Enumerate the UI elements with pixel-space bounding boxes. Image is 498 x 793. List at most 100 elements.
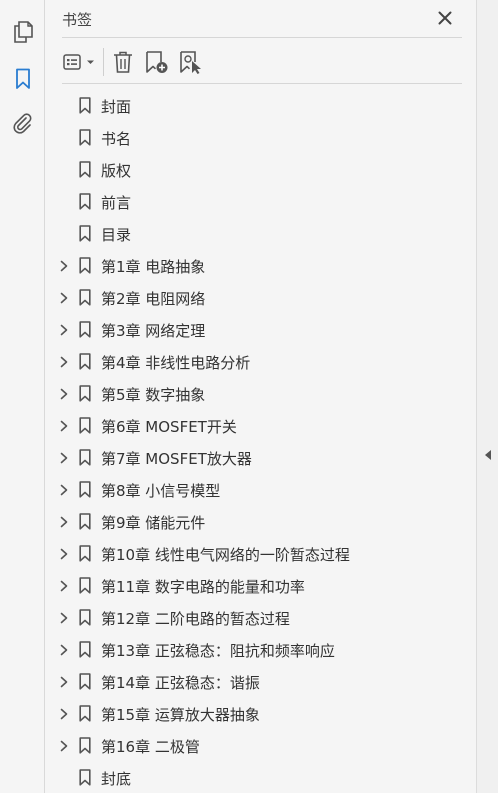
bookmark-label: 第11章 数字电路的能量和功率: [101, 578, 305, 596]
chevron-right-icon[interactable]: [59, 611, 69, 625]
bookmark-row[interactable]: 第10章 线性电气网络的一阶暂态过程: [46, 538, 476, 570]
bookmark-icon: [79, 545, 91, 562]
bookmark-row[interactable]: 第12章 二阶电路的暂态过程: [46, 602, 476, 634]
bookmark-label: 封底: [101, 770, 132, 788]
bookmark-label: 书名: [101, 130, 132, 148]
bookmark-label: 第7章 MOSFET放大器: [101, 450, 252, 468]
bookmark-icon: [79, 769, 91, 786]
bookmark-label: 目录: [101, 226, 132, 244]
bookmark-icon: [79, 289, 91, 306]
chevron-right-icon[interactable]: [59, 675, 69, 689]
bookmark-label: 第14章 正弦稳态：谐振: [101, 674, 260, 692]
bookmark-row[interactable]: 第15章 运算放大器抽象: [46, 698, 476, 730]
bookmarks-toolbar: [62, 40, 462, 84]
bookmark-row[interactable]: 第4章 非线性电路分析: [46, 346, 476, 378]
paperclip-icon[interactable]: [8, 109, 38, 139]
bookmark-row[interactable]: 封底: [46, 762, 476, 793]
bookmark-label: 第4章 非线性电路分析: [101, 354, 251, 372]
bookmark-icon: [79, 481, 91, 498]
chevron-right-icon[interactable]: [59, 323, 69, 337]
trash-icon[interactable]: [110, 49, 136, 75]
bookmark-icon: [79, 513, 91, 530]
bookmark-label: 版权: [101, 162, 132, 180]
bookmark-row[interactable]: 第6章 MOSFET开关: [46, 410, 476, 442]
bookmark-label: 第8章 小信号模型: [101, 482, 221, 500]
chevron-right-icon[interactable]: [59, 643, 69, 657]
chevron-right-icon[interactable]: [59, 579, 69, 593]
bookmark-label: 第5章 数字抽象: [101, 386, 206, 404]
chevron-right-icon[interactable]: [59, 451, 69, 465]
chevron-right-icon[interactable]: [59, 291, 69, 305]
bookmark-icon: [79, 225, 91, 242]
chevron-right-icon[interactable]: [59, 483, 69, 497]
bookmark-icon: [79, 705, 91, 722]
bookmark-icon: [79, 129, 91, 146]
bookmark-row[interactable]: 第16章 二极管: [46, 730, 476, 762]
bookmark-icon: [79, 641, 91, 658]
bookmark-icon: [79, 353, 91, 370]
chevron-right-icon[interactable]: [59, 387, 69, 401]
bookmarks-panel: 书签 封面 书名 版权 前言 目录 第1章 电路抽象 第2章 电阻网络 第3章 …: [46, 0, 476, 793]
bookmark-icon: [79, 193, 91, 210]
bookmark-icon: [79, 385, 91, 402]
bookmark-label: 第1章 电路抽象: [101, 258, 206, 276]
bookmarks-window: 书签 封面 书名 版权 前言 目录 第1章 电路抽象 第2章 电阻网络 第3章 …: [0, 0, 498, 793]
bookmark-icon: [79, 609, 91, 626]
chevron-right-icon[interactable]: [59, 739, 69, 753]
bookmark-label: 第12章 二阶电路的暂态过程: [101, 610, 290, 628]
panel-title: 书签: [62, 11, 93, 29]
bookmark-row[interactable]: 目录: [46, 218, 476, 250]
bookmark-label: 封面: [101, 98, 132, 116]
bookmark-label: 第3章 网络定理: [101, 322, 206, 340]
bookmark-list: 封面书名版权前言目录第1章 电路抽象 第2章 电阻网络 第3章 网络定理第4章 非线…: [46, 90, 476, 793]
bookmark-label: 第10章 线性电气网络的一阶暂态过程: [101, 546, 350, 564]
bookmark-icon[interactable]: [8, 64, 38, 94]
bookmark-icon: [79, 321, 91, 338]
bookmark-row[interactable]: 封面: [46, 90, 476, 122]
bookmark-label: 第6章 MOSFET开关: [101, 418, 237, 436]
close-icon[interactable]: [436, 9, 454, 27]
bookmark-row[interactable]: 前言: [46, 186, 476, 218]
options-menu-button[interactable]: [62, 49, 98, 75]
panel-collapse-edge: [476, 0, 498, 793]
chevron-right-icon[interactable]: [59, 355, 69, 369]
bookmark-row[interactable]: 第11章 数字电路的能量和功率: [46, 570, 476, 602]
bookmark-icon: [79, 257, 91, 274]
bookmark-row[interactable]: 第2章 电阻网络: [46, 282, 476, 314]
bookmark-icon: [79, 673, 91, 690]
bookmark-row[interactable]: 版权: [46, 154, 476, 186]
bookmark-row[interactable]: 第1章 电路抽象: [46, 250, 476, 282]
chevron-right-icon[interactable]: [59, 259, 69, 273]
bookmark-row[interactable]: 第13章 正弦稳态：阻抗和频率响应: [46, 634, 476, 666]
bookmark-label: 第2章 电阻网络: [101, 290, 206, 308]
chevron-right-icon[interactable]: [59, 547, 69, 561]
toolbar-divider: [103, 48, 104, 76]
bookmark-icon: [79, 449, 91, 466]
bookmark-icon: [79, 161, 91, 178]
chevron-right-icon[interactable]: [59, 515, 69, 529]
bookmark-icon: [79, 417, 91, 434]
bookmark-label: 第16章 二极管: [101, 738, 200, 756]
bookmark-icon: [79, 737, 91, 754]
bookmark-row[interactable]: 第3章 网络定理: [46, 314, 476, 346]
bookmark-select-icon[interactable]: [178, 49, 204, 75]
bookmark-add-icon[interactable]: [144, 49, 170, 75]
bookmark-row[interactable]: 第5章 数字抽象: [46, 378, 476, 410]
chevron-right-icon[interactable]: [59, 419, 69, 433]
bookmark-label: 第9章 储能元件: [101, 514, 206, 532]
bookmark-icon: [79, 577, 91, 594]
panel-header: 书签: [62, 0, 462, 38]
bookmark-icon: [79, 97, 91, 114]
bookmark-row[interactable]: 第8章 小信号模型: [46, 474, 476, 506]
bookmark-row[interactable]: 书名: [46, 122, 476, 154]
bookmark-row[interactable]: 第7章 MOSFET放大器: [46, 442, 476, 474]
collapse-arrow-icon[interactable]: [483, 448, 493, 462]
bookmark-label: 第13章 正弦稳态：阻抗和频率响应: [101, 642, 335, 660]
bookmark-row[interactable]: 第14章 正弦稳态：谐振: [46, 666, 476, 698]
chevron-right-icon[interactable]: [59, 707, 69, 721]
bookmark-label: 第15章 运算放大器抽象: [101, 706, 260, 724]
bookmark-label: 前言: [101, 194, 132, 212]
bookmark-row[interactable]: 第9章 储能元件: [46, 506, 476, 538]
navigation-rail: [0, 0, 45, 793]
pages-icon[interactable]: [8, 17, 38, 47]
